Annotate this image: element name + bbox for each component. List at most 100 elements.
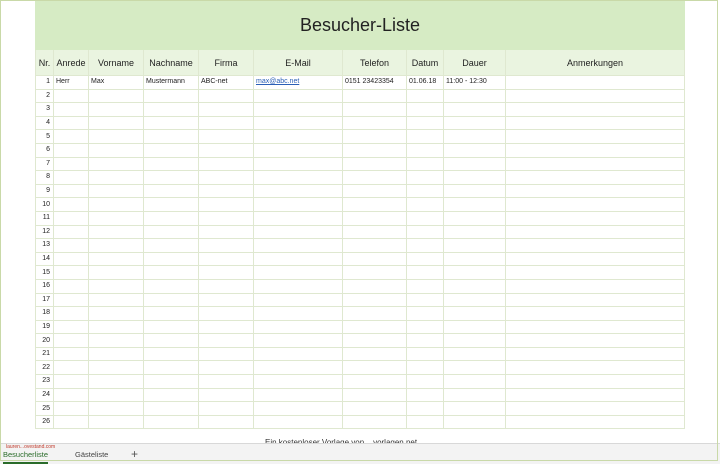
table-cell[interactable] — [53, 142, 89, 158]
table-cell[interactable] — [443, 210, 506, 226]
table-cell[interactable] — [198, 142, 254, 158]
table-cell[interactable] — [342, 183, 407, 199]
table-cell[interactable] — [198, 183, 254, 199]
table-cell[interactable] — [342, 387, 407, 403]
table-cell[interactable] — [443, 292, 506, 308]
table-cell[interactable] — [53, 278, 89, 294]
table-cell[interactable] — [198, 414, 254, 430]
table-cell[interactable] — [504, 265, 686, 280]
row-number-cell[interactable]: 2 — [35, 88, 54, 104]
table-cell[interactable] — [88, 278, 144, 294]
table-cell[interactable] — [443, 346, 506, 362]
table-cell[interactable] — [406, 102, 444, 117]
table-cell[interactable] — [88, 333, 144, 348]
table-cell[interactable] — [143, 292, 199, 308]
table-cell[interactable]: 0151 23423354 — [342, 75, 407, 90]
table-cell[interactable] — [88, 414, 144, 430]
table-cell[interactable] — [53, 224, 89, 240]
column-header[interactable]: Telefon — [342, 49, 407, 76]
table-cell[interactable] — [143, 115, 199, 131]
table-cell[interactable] — [504, 129, 686, 144]
table-cell[interactable] — [53, 360, 89, 376]
table-cell[interactable] — [198, 129, 254, 144]
column-header[interactable]: Nachname — [143, 49, 199, 76]
table-cell[interactable] — [504, 88, 686, 104]
table-cell[interactable] — [253, 102, 343, 117]
table-cell[interactable] — [406, 251, 444, 267]
table-cell[interactable] — [504, 346, 686, 362]
table-cell[interactable] — [504, 414, 686, 430]
table-cell[interactable] — [406, 115, 444, 131]
table-cell[interactable] — [406, 333, 444, 348]
table-cell[interactable] — [406, 210, 444, 226]
table-cell[interactable] — [198, 115, 254, 131]
table-cell[interactable] — [342, 265, 407, 280]
table-cell[interactable] — [504, 224, 686, 240]
row-number-cell[interactable]: 20 — [35, 333, 54, 348]
table-cell[interactable] — [406, 142, 444, 158]
table-cell[interactable] — [88, 197, 144, 212]
table-cell[interactable] — [88, 306, 144, 321]
table-cell[interactable] — [504, 319, 686, 335]
table-cell[interactable] — [504, 183, 686, 199]
table-cell[interactable] — [504, 115, 686, 131]
table-cell[interactable] — [443, 265, 506, 280]
row-number-cell[interactable]: 17 — [35, 292, 54, 308]
table-cell[interactable] — [253, 306, 343, 321]
table-cell[interactable] — [443, 374, 506, 389]
row-number-cell[interactable]: 24 — [35, 387, 54, 403]
table-cell[interactable] — [53, 88, 89, 104]
row-number-cell[interactable]: 1 — [35, 75, 54, 90]
table-cell[interactable] — [443, 102, 506, 117]
table-cell[interactable] — [443, 414, 506, 430]
table-cell[interactable] — [406, 88, 444, 104]
table-cell[interactable] — [253, 346, 343, 362]
table-cell[interactable] — [143, 333, 199, 348]
table-cell[interactable] — [504, 156, 686, 172]
row-number-cell[interactable]: 7 — [35, 156, 54, 172]
column-header[interactable]: Dauer — [443, 49, 506, 76]
table-cell[interactable] — [198, 387, 254, 403]
table-cell[interactable] — [504, 387, 686, 403]
table-cell[interactable] — [253, 183, 343, 199]
table-cell[interactable] — [143, 360, 199, 376]
table-cell[interactable] — [253, 170, 343, 185]
table-cell[interactable] — [143, 251, 199, 267]
table-cell[interactable] — [253, 129, 343, 144]
table-cell[interactable] — [198, 265, 254, 280]
table-cell[interactable] — [443, 387, 506, 403]
table-cell[interactable] — [342, 401, 407, 416]
table-cell[interactable] — [504, 306, 686, 321]
column-header[interactable]: Nr. — [35, 49, 54, 76]
table-cell[interactable] — [53, 156, 89, 172]
table-cell[interactable] — [406, 374, 444, 389]
table-cell[interactable] — [342, 115, 407, 131]
table-cell[interactable] — [342, 224, 407, 240]
table-cell[interactable] — [253, 142, 343, 158]
column-header[interactable]: Anrede — [53, 49, 89, 76]
table-cell[interactable] — [342, 156, 407, 172]
row-number-cell[interactable]: 25 — [35, 401, 54, 416]
table-cell[interactable] — [88, 102, 144, 117]
table-cell[interactable] — [443, 333, 506, 348]
table-cell[interactable] — [53, 414, 89, 430]
table-cell[interactable] — [143, 88, 199, 104]
table-cell[interactable] — [198, 333, 254, 348]
table-cell[interactable] — [406, 292, 444, 308]
row-number-cell[interactable]: 22 — [35, 360, 54, 376]
table-cell[interactable] — [88, 224, 144, 240]
table-cell[interactable] — [143, 374, 199, 389]
table-cell[interactable] — [143, 278, 199, 294]
table-cell[interactable] — [406, 156, 444, 172]
column-header[interactable]: Vorname — [88, 49, 144, 76]
table-cell[interactable] — [88, 292, 144, 308]
table-cell[interactable] — [53, 102, 89, 117]
table-cell[interactable] — [342, 360, 407, 376]
table-cell[interactable] — [53, 333, 89, 348]
table-cell[interactable] — [406, 265, 444, 280]
table-cell[interactable] — [342, 102, 407, 117]
table-cell[interactable] — [504, 197, 686, 212]
table-cell[interactable] — [253, 88, 343, 104]
table-cell[interactable] — [504, 333, 686, 348]
table-cell[interactable]: Max — [88, 75, 144, 90]
